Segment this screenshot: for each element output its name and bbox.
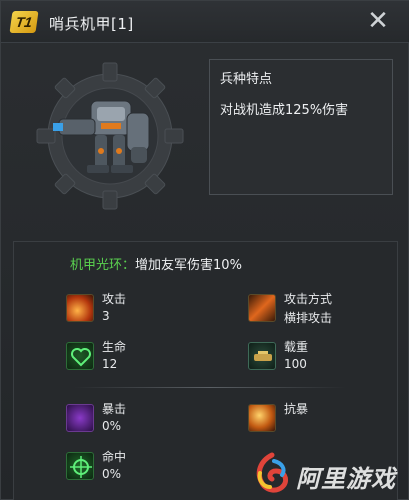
stat-load: 载重 100	[248, 338, 398, 378]
stat-value: 100	[284, 357, 307, 371]
stat-value: 横排攻击	[284, 311, 333, 325]
stat-attack: 攻击 3	[66, 290, 216, 330]
watermark-logo-icon	[256, 452, 289, 493]
mech-image	[36, 62, 184, 210]
watermark-text: 阿里游戏	[296, 465, 396, 493]
crosshair-icon	[66, 452, 94, 480]
stat-attack-mode: 攻击方式 横排攻击	[248, 290, 398, 330]
stat-hit: 命中 0%	[66, 448, 216, 488]
crit-resist-icon	[248, 404, 276, 432]
trait-title: 兵种特点	[220, 72, 273, 87]
trait-box: 兵种特点 对战机造成125%伤害	[209, 59, 393, 195]
panel-header: T1 哨兵机甲[1] ✕	[1, 1, 409, 43]
unit-title: 哨兵机甲[1]	[49, 15, 134, 33]
tier-badge: T1	[9, 11, 39, 33]
stat-label: 攻击方式	[284, 292, 333, 306]
cargo-icon	[248, 342, 276, 370]
heart-icon	[66, 342, 94, 370]
stats-divider	[74, 387, 346, 388]
unit-detail-panel: T1 哨兵机甲[1] ✕ 兵种特点 对战机造成125%伤害 机甲光环：增加友军伤…	[0, 0, 409, 500]
stat-label: 攻击	[102, 292, 127, 306]
aura-label: 机甲光环	[70, 258, 123, 273]
aura-value: 增加友军伤害10%	[135, 258, 242, 273]
attack-icon	[66, 294, 94, 322]
trait-description: 对战机造成125%伤害	[220, 103, 349, 118]
stat-resist: 抗暴	[248, 400, 398, 440]
close-button[interactable]: ✕	[364, 7, 392, 35]
stat-label: 抗暴	[284, 402, 309, 416]
stat-label: 暴击	[102, 402, 127, 416]
stat-value: 12	[102, 357, 118, 371]
aura-separator: ：	[122, 258, 136, 273]
aura-line: 机甲光环：增加友军伤害10%	[70, 254, 242, 273]
stat-value: 3	[102, 309, 110, 323]
stat-value: 0%	[102, 467, 122, 481]
stat-life: 生命 12	[66, 338, 216, 378]
mech-portrait	[35, 61, 185, 211]
crit-icon	[66, 404, 94, 432]
stat-label: 命中	[102, 450, 127, 464]
attack-mode-icon	[248, 294, 276, 322]
stat-label: 载重	[284, 340, 309, 354]
stat-label: 生命	[102, 340, 127, 354]
watermark: 阿里游戏	[252, 451, 402, 495]
stat-value: 0%	[102, 419, 122, 433]
stat-crit: 暴击 0%	[66, 400, 216, 440]
